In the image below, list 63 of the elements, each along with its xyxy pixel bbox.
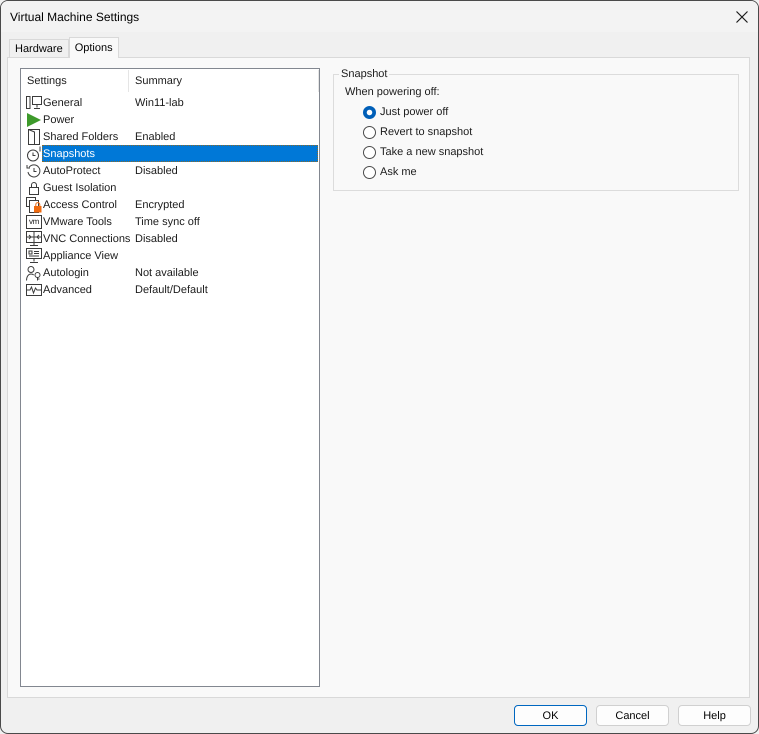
column-header: Settings (21, 70, 129, 92)
radio-button[interactable] (363, 166, 376, 178)
list-row[interactable]: Power (42, 111, 318, 128)
list-row[interactable]: General Win11-lab (42, 94, 318, 111)
play-icon (26, 112, 42, 128)
setting-name: VNC Connections (43, 232, 130, 244)
radio-button[interactable] (363, 146, 376, 158)
setting-name: Snapshots (43, 148, 95, 160)
setting-summary: Time sync off (135, 216, 200, 228)
list-row[interactable]: Access Control Encrypted (42, 196, 318, 213)
tab[interactable]: Options (68, 37, 119, 58)
setting-name: Guest Isolation (43, 182, 116, 194)
setting-summary: Not available (135, 266, 199, 278)
group-title: Snapshot (340, 68, 388, 80)
setting-name: General (43, 96, 82, 108)
setting-name: Autologin (43, 266, 89, 278)
user-key-icon (26, 264, 42, 280)
dialog-button[interactable]: Help (678, 705, 751, 726)
dialog-button[interactable]: OK (514, 705, 587, 726)
setting-name: Power (43, 114, 74, 126)
window-title: Virtual Machine Settings (10, 10, 140, 24)
list-row[interactable]: Appliance View (42, 247, 318, 264)
list-row[interactable]: VMware Tools Time sync off (42, 213, 318, 230)
list-row[interactable]: Guest Isolation (42, 179, 318, 196)
lock-icon (26, 180, 42, 196)
window-lock-icon (26, 196, 42, 212)
radio-label[interactable]: Take a new snapshot (380, 146, 484, 158)
setting-summary: Disabled (135, 232, 178, 244)
tab[interactable]: Hardware (9, 39, 69, 57)
setting-name: Access Control (43, 198, 117, 210)
prompt-text: When powering off: (345, 85, 440, 99)
clock-icon (26, 146, 42, 162)
list-row[interactable]: Shared Folders Enabled (42, 128, 318, 145)
pulse-icon (26, 282, 42, 298)
setting-summary: Default/Default (135, 284, 208, 296)
list-row[interactable]: AutoProtect Disabled (42, 162, 318, 179)
setting-summary: Enabled (135, 130, 176, 142)
setting-summary: Encrypted (135, 198, 185, 210)
radio-button[interactable] (363, 106, 376, 118)
setting-name: Appliance View (43, 250, 118, 262)
setting-summary: Win11-lab (135, 96, 184, 108)
radio-label[interactable]: Just power off (380, 106, 448, 118)
computer-icon (26, 94, 42, 110)
network-monitor-icon (26, 230, 42, 246)
setting-name: Advanced (43, 284, 92, 296)
setting-name: VMware Tools (43, 216, 112, 228)
setting-summary: Disabled (135, 164, 178, 176)
list-row[interactable]: Snapshots (42, 145, 318, 162)
display-icon (26, 248, 42, 264)
setting-name: Shared Folders (43, 130, 118, 142)
history-icon (26, 162, 42, 178)
vm-logo: vm (26, 214, 42, 228)
setting-name: AutoProtect (43, 164, 100, 176)
dialog-button[interactable]: Cancel (596, 705, 669, 726)
list-row[interactable]: Advanced Default/Default (42, 281, 318, 298)
close-icon[interactable] (736, 10, 748, 22)
list-row[interactable]: Autologin Not available (42, 264, 318, 281)
list-row[interactable]: VNC Connections Disabled (42, 230, 318, 247)
radio-label[interactable]: Revert to snapshot (380, 126, 472, 138)
radio-button[interactable] (363, 126, 376, 138)
column-header: Summary (129, 70, 319, 92)
door-icon (26, 128, 42, 144)
radio-label[interactable]: Ask me (380, 166, 417, 178)
